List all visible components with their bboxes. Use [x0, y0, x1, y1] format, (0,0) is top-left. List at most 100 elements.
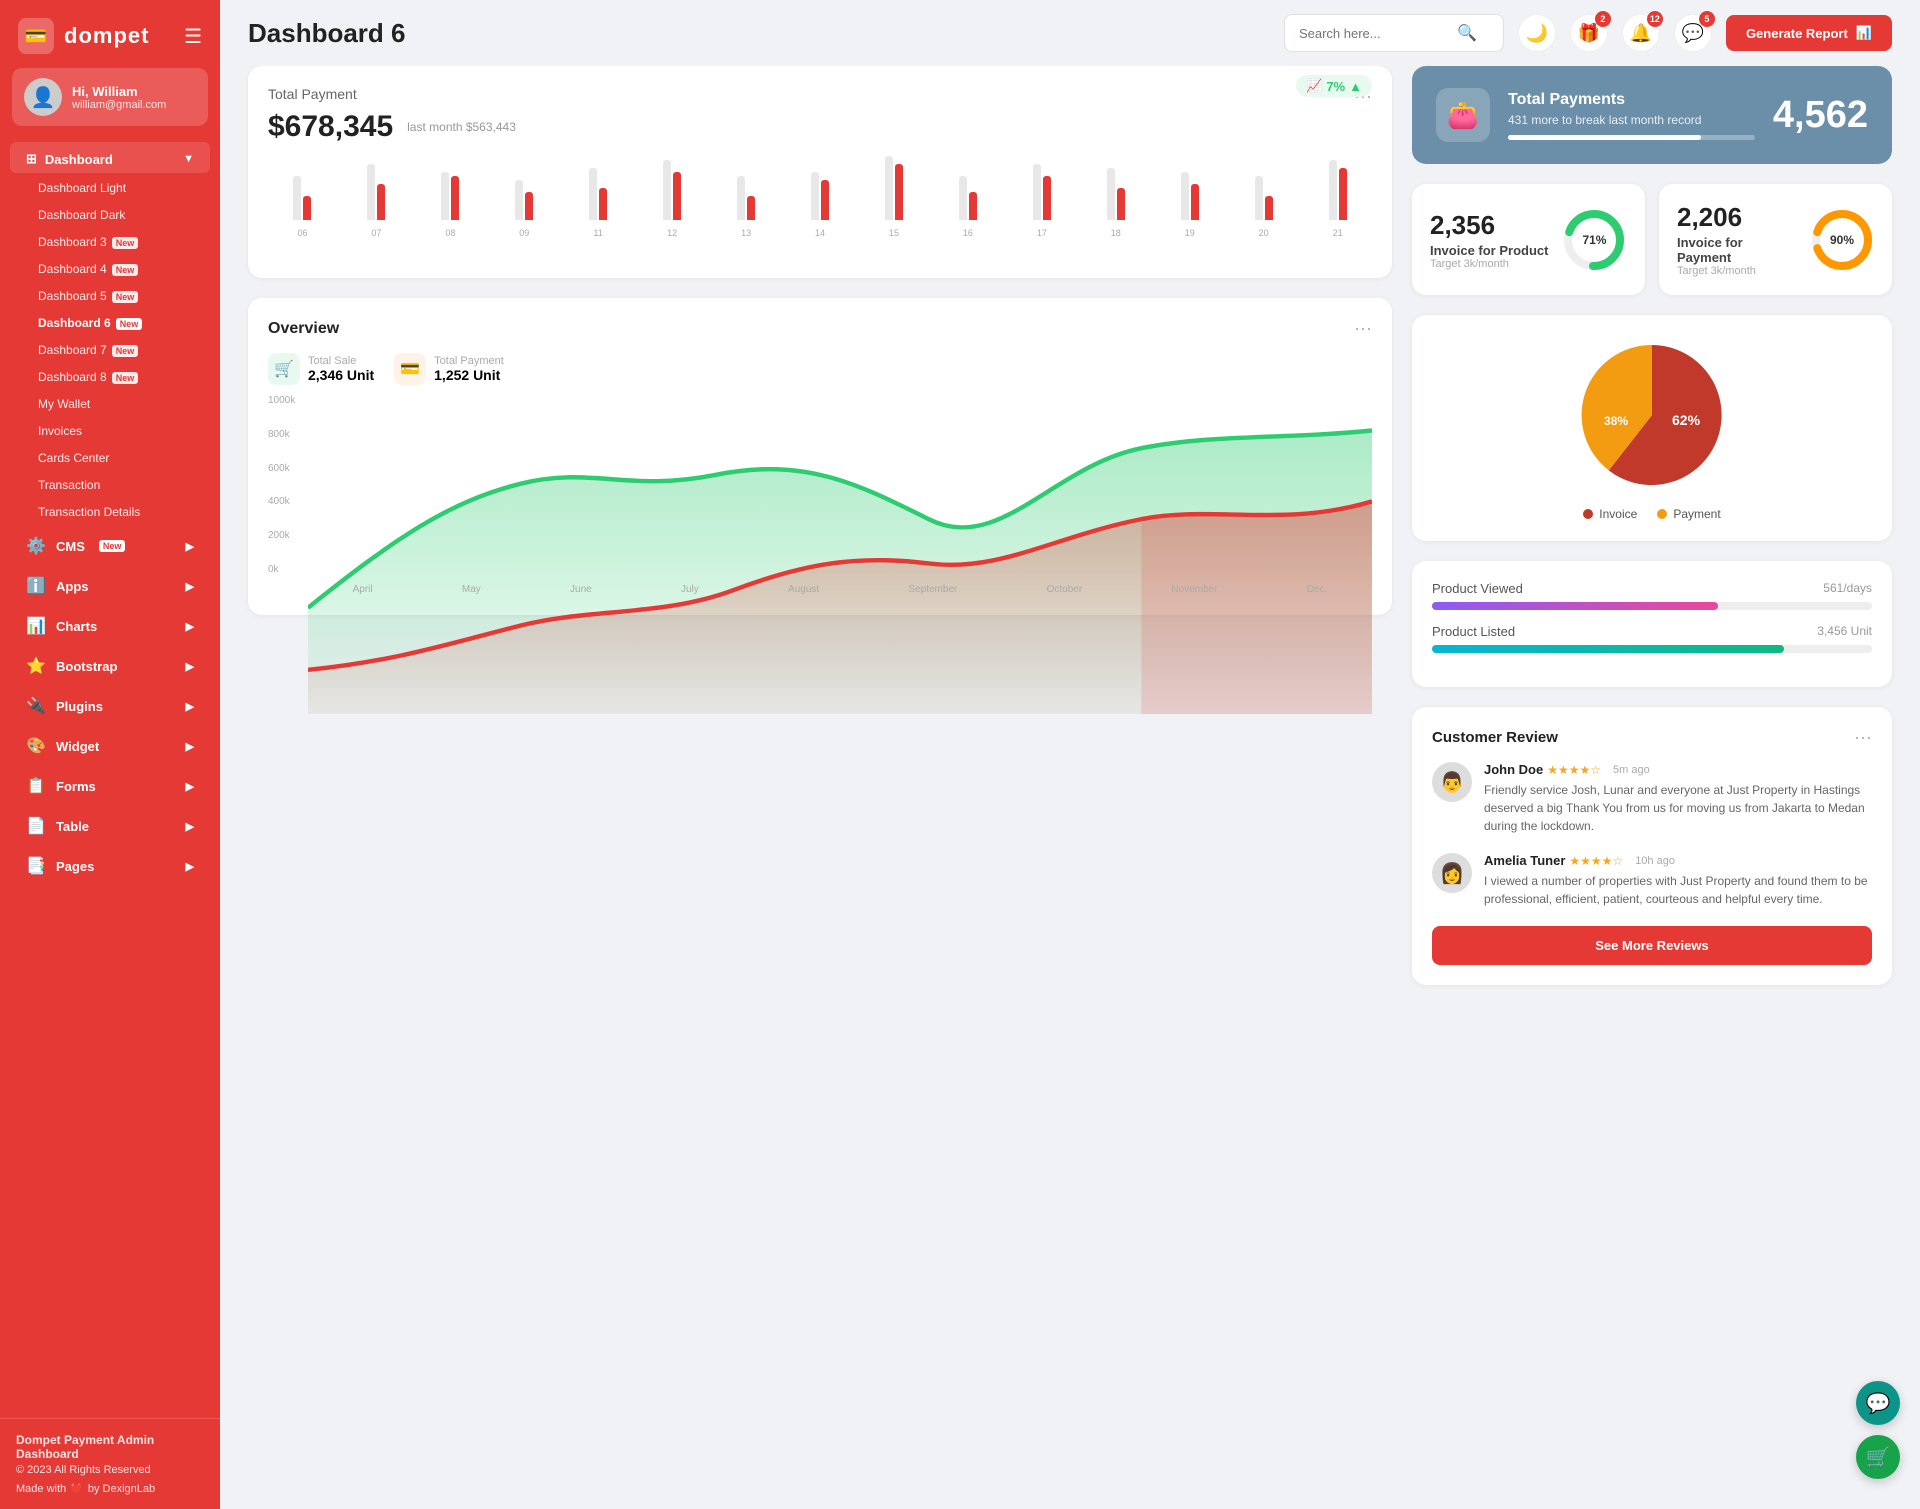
y-label: 200k — [268, 530, 295, 541]
sidebar-item-invoices[interactable]: Invoices — [10, 418, 210, 444]
bar-pair — [737, 176, 755, 220]
x-label: November — [1171, 584, 1217, 595]
nav-item-apps[interactable]: ℹ️ Apps ▶ — [10, 567, 210, 605]
x-label: September — [908, 584, 957, 595]
sale-icon: 🛒 — [268, 353, 300, 385]
sidebar-item-dashboard-7[interactable]: Dashboard 7New — [10, 337, 210, 363]
bar-label: 06 — [297, 228, 307, 238]
bar-gray — [885, 156, 893, 220]
total-payment-label: Total Payment — [268, 86, 516, 102]
review-more-dots[interactable]: ··· — [1854, 727, 1872, 748]
chat-float-button[interactable]: 💬 — [1856, 1381, 1900, 1425]
bar-group: 21 — [1303, 160, 1372, 238]
invoice-payment-donut: 90% — [1810, 208, 1874, 272]
nav-item-forms[interactable]: 📋 Forms ▶ — [10, 767, 210, 805]
nav-item-cms[interactable]: ⚙️ CMS New ▶ — [10, 527, 210, 565]
total-payment-legend-label: Total Payment — [434, 355, 504, 367]
arrow-table-icon: ▶ — [186, 820, 194, 833]
chart-bar-icon: 📊 — [1856, 25, 1872, 41]
nav-item-pages[interactable]: 📑 Pages ▶ — [10, 847, 210, 885]
nav-label-bootstrap: Bootstrap — [56, 659, 117, 674]
bar-pair — [1181, 172, 1199, 220]
nav-item-plugins[interactable]: 🔌 Plugins ▶ — [10, 687, 210, 725]
bar-gray — [367, 164, 375, 220]
search-box: 🔍 — [1284, 14, 1504, 52]
sidebar-item-dashboard-8[interactable]: Dashboard 8New — [10, 364, 210, 390]
main-content: Dashboard 6 🔍 🌙 🎁 2 🔔 12 💬 5 Generate Re… — [220, 0, 1920, 1509]
review-content: John Doe ★★★★☆ 5m ago Friendly service J… — [1484, 762, 1872, 835]
review-time: 10h ago — [1635, 855, 1675, 867]
sidebar-item-dashboard-light[interactable]: Dashboard Light — [10, 175, 210, 201]
bar-label: 15 — [889, 228, 899, 238]
sidebar-item-my-wallet[interactable]: My Wallet — [10, 391, 210, 417]
gift-icon-btn[interactable]: 🎁 2 — [1570, 14, 1608, 52]
sidebar-item-dashboard-6[interactable]: Dashboard 6New — [10, 310, 210, 336]
user-email: william@gmail.com — [72, 99, 166, 111]
sidebar-item-dashboard-4[interactable]: Dashboard 4New — [10, 256, 210, 282]
dashboard-nav-group[interactable]: ⊞ Dashboard ▼ — [10, 142, 210, 173]
arrow-bootstrap-icon: ▶ — [186, 660, 194, 673]
y-axis-labels: 1000k800k600k400k200k0k — [268, 395, 295, 575]
chat-icon-btn[interactable]: 💬 5 — [1674, 14, 1712, 52]
table-icon: 📄 — [26, 816, 46, 836]
arrow-forms-icon: ▶ — [186, 780, 194, 793]
nav-item-bootstrap[interactable]: ⭐ Bootstrap ▶ — [10, 647, 210, 685]
arrow-cms-icon: ▶ — [186, 540, 194, 553]
nav-label-forms: Forms — [56, 779, 96, 794]
review-header: Customer Review ··· — [1432, 727, 1872, 748]
bar-red — [895, 164, 903, 220]
bar-gray — [293, 176, 301, 220]
tp-progress — [1508, 135, 1755, 140]
bar-group: 20 — [1229, 176, 1298, 238]
search-icon[interactable]: 🔍 — [1457, 23, 1477, 43]
chat-badge: 5 — [1699, 11, 1715, 27]
bar-pair — [885, 156, 903, 220]
bar-label: 19 — [1185, 228, 1195, 238]
forms-icon: 📋 — [26, 776, 46, 796]
badge-cms: New — [99, 540, 126, 552]
bar-label: 20 — [1259, 228, 1269, 238]
nav-item-table[interactable]: 📄 Table ▶ — [10, 807, 210, 845]
moon-icon-btn[interactable]: 🌙 — [1518, 14, 1556, 52]
hamburger-icon[interactable]: ☰ — [184, 24, 202, 49]
sidebar-item-transaction[interactable]: Transaction — [10, 472, 210, 498]
cart-float-button[interactable]: 🛒 — [1856, 1435, 1900, 1479]
user-name: Hi, William — [72, 84, 166, 99]
plugins-icon: 🔌 — [26, 696, 46, 716]
payment-icon: 💳 — [394, 353, 426, 385]
sidebar-item-dashboard-5[interactable]: Dashboard 5New — [10, 283, 210, 309]
nav-label-charts: Charts — [56, 619, 97, 634]
bar-gray — [811, 172, 819, 220]
generate-report-button[interactable]: Generate Report 📊 — [1726, 15, 1892, 51]
bar-label: 16 — [963, 228, 973, 238]
total-payments-blue-card: 👛 Total Payments 431 more to break last … — [1412, 66, 1892, 164]
dashboard-label: Dashboard — [45, 152, 113, 167]
trend-up-icon: 📈 — [1306, 78, 1322, 94]
sidebar-item-dashboard-3[interactable]: Dashboard 3New — [10, 229, 210, 255]
bar-pair — [1255, 176, 1273, 220]
sidebar-footer: Dompet Payment Admin Dashboard © 2023 Al… — [0, 1418, 220, 1509]
nav-label-pages: Pages — [56, 859, 94, 874]
invoice-payment-info: 2,206 Invoice for Payment Target 3k/mont… — [1677, 202, 1796, 277]
nav-item-charts[interactable]: 📊 Charts ▶ — [10, 607, 210, 645]
x-axis-labels: AprilMayJuneJulyAugustSeptemberOctoberNo… — [308, 584, 1372, 595]
see-more-reviews-button[interactable]: See More Reviews — [1432, 926, 1872, 965]
customer-review-card: Customer Review ··· 👨 John Doe ★★★★☆ 5m … — [1412, 707, 1892, 985]
search-input[interactable] — [1299, 26, 1449, 41]
bar-group: 11 — [564, 168, 633, 238]
payment-legend-label: Payment — [1673, 507, 1720, 521]
pages-icon: 📑 — [26, 856, 46, 876]
floating-buttons: 💬 🛒 — [1856, 1381, 1900, 1479]
bar-gray — [1255, 176, 1263, 220]
bar-gray — [441, 172, 449, 220]
sidebar-logo: 💳 dompet ☰ — [0, 0, 220, 68]
sidebar-item-transaction-details[interactable]: Transaction Details — [10, 499, 210, 525]
sidebar-item-cards-center[interactable]: Cards Center — [10, 445, 210, 471]
sidebar-item-dashboard-dark[interactable]: Dashboard Dark — [10, 202, 210, 228]
nav-item-widget[interactable]: 🎨 Widget ▶ — [10, 727, 210, 765]
product-viewed-progress — [1432, 602, 1872, 610]
bell-icon-btn[interactable]: 🔔 12 — [1622, 14, 1660, 52]
bar-gray — [1329, 160, 1337, 220]
total-payment-amount: $678,345 — [268, 110, 393, 144]
overview-more-dots[interactable]: ··· — [1354, 318, 1372, 339]
